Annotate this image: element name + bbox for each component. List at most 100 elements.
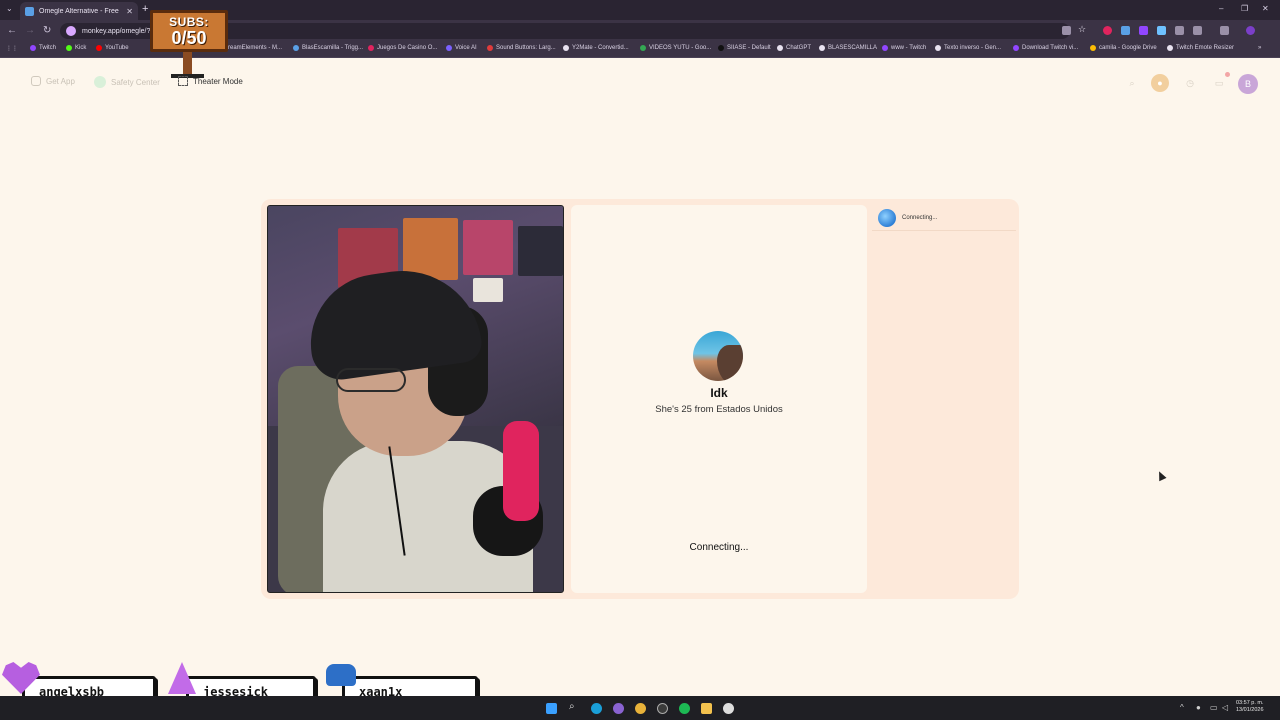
spotify-icon[interactable]: [679, 703, 690, 714]
url-text: monkey.app/omegle/?: [82, 27, 151, 35]
forward-icon[interactable]: →: [25, 25, 35, 36]
subs-label: SUBS:: [169, 15, 209, 29]
maximize-button[interactable]: ❐: [1241, 4, 1248, 13]
bookmark-item[interactable]: YouTube: [96, 45, 129, 51]
search-icon[interactable]: ⌕: [1123, 74, 1141, 92]
get-app-link[interactable]: Get App: [31, 76, 75, 86]
bookmark-favicon-icon: [1167, 45, 1173, 51]
partner-name: Idk: [710, 386, 728, 400]
extensions-puzzle-icon[interactable]: [1193, 26, 1202, 35]
bookmark-item[interactable]: www - Twitch: [882, 45, 926, 51]
bookmark-label: SIIASE - Default: [727, 45, 771, 51]
phone-icon: [31, 76, 41, 86]
bookmark-favicon-icon: [640, 45, 646, 51]
bookmark-favicon-icon: [96, 45, 102, 51]
start-icon[interactable]: [546, 703, 557, 714]
file-explorer-icon[interactable]: [701, 703, 712, 714]
bookmark-label: Texto inverso - Gen...: [944, 45, 1002, 51]
bookmark-label: BlasEscamilla - Trigg...: [302, 45, 364, 51]
bookmark-favicon-icon: [935, 45, 941, 51]
clock-date: 13/01/2026: [1236, 707, 1264, 713]
app-icon[interactable]: [613, 703, 624, 714]
bookmark-item[interactable]: Texto inverso - Gen...: [935, 45, 1001, 51]
minimize-button[interactable]: –: [1219, 4, 1223, 13]
bookmark-label: BLASESCAMILLA: [828, 45, 878, 51]
tab-search-icon[interactable]: ⌄: [6, 4, 13, 13]
edge-icon[interactable]: [591, 703, 602, 714]
partner-description: She's 25 from Estados Unidos: [655, 404, 783, 415]
globe-icon: [878, 208, 896, 227]
monitor-icon[interactable]: ▭: [1210, 703, 1218, 712]
media-icon[interactable]: [1175, 26, 1184, 35]
bookmark-label: Voice AI: [455, 45, 477, 51]
partner-avatar: [693, 331, 743, 381]
obs-icon[interactable]: [657, 703, 668, 714]
bookmark-label: Twitch: [39, 45, 57, 51]
extension-icon[interactable]: [1121, 26, 1130, 35]
bookmark-item[interactable]: Twitch Emote Resizer: [1167, 45, 1234, 51]
bookmark-star-icon[interactable]: ☆: [1078, 24, 1087, 34]
bookmark-favicon-icon: [66, 45, 72, 51]
settings-icon[interactable]: [723, 703, 734, 714]
bookmark-item[interactable]: Download Twitch vi...: [1013, 45, 1078, 51]
bookmark-item[interactable]: Y2Mate - Convertid...: [563, 45, 629, 51]
bookmark-item[interactable]: Voice AI: [446, 45, 477, 51]
search-icon[interactable]: ⌕: [569, 701, 580, 712]
bookmark-item[interactable]: BLASESCAMILLA: [819, 45, 877, 51]
chrome-icon[interactable]: [635, 703, 646, 714]
bookmark-item[interactable]: Juegos De Casino O...: [368, 45, 437, 51]
more-bookmarks-icon[interactable]: »: [1258, 45, 1261, 51]
bookmark-item[interactable]: ChatGPT: [777, 45, 811, 51]
bookmark-label: Sound Buttons: Larg...: [496, 45, 556, 51]
back-icon[interactable]: ←: [7, 25, 17, 36]
download-icon[interactable]: [1220, 26, 1229, 35]
poster: [473, 278, 503, 302]
clock[interactable]: 03:57 p. m. 13/01/2026: [1236, 700, 1264, 714]
apps-icon[interactable]: ⋮⋮: [6, 45, 18, 52]
bookmark-label: reamElements - M...: [228, 45, 283, 51]
bookmark-label: ChatGPT: [786, 45, 812, 51]
bookmark-favicon-icon: [1090, 45, 1096, 51]
bookmark-item[interactable]: Kick: [66, 45, 86, 51]
theater-mode-button[interactable]: Theater Mode: [178, 76, 243, 86]
extension-icon[interactable]: [1103, 26, 1112, 35]
extension-icon[interactable]: [1157, 26, 1166, 35]
subs-goal-sign: SUBS: 0/50: [150, 10, 228, 52]
bookmark-item[interactable]: camila - Google Drive: [1090, 45, 1157, 51]
bookmark-label: www - Twitch: [891, 45, 927, 51]
shield-icon: [94, 76, 106, 88]
translate-icon[interactable]: [1062, 26, 1071, 35]
bookmark-favicon-icon: [819, 45, 825, 51]
bookmark-item[interactable]: reamElements - M...: [228, 45, 282, 51]
glasses: [336, 368, 406, 392]
history-icon[interactable]: ◷: [1181, 74, 1199, 92]
bookmark-label: VIDEOS YUTU - Goo...: [649, 45, 712, 51]
bookmark-item[interactable]: Sound Buttons: Larg...: [487, 45, 556, 51]
bookmark-label: Download Twitch vi...: [1022, 45, 1079, 51]
coins-icon[interactable]: ●: [1151, 74, 1169, 92]
tab-close-icon[interactable]: ✕: [126, 7, 133, 16]
profile-icon[interactable]: [1246, 26, 1255, 35]
bookmark-favicon-icon: [368, 45, 374, 51]
tray-expand-icon[interactable]: ^: [1180, 703, 1184, 712]
bookmark-item[interactable]: BlasEscamilla - Trigg...: [293, 45, 363, 51]
bookmark-item[interactable]: VIDEOS YUTU - Goo...: [640, 45, 711, 51]
bookmark-favicon-icon: [487, 45, 493, 51]
bookmark-item[interactable]: SIIASE - Default: [718, 45, 771, 51]
safety-center-link[interactable]: Safety Center: [94, 76, 160, 88]
browser-tab[interactable]: Omegle Alternative - Free ✕: [20, 2, 138, 20]
tab-favicon-icon: [25, 6, 34, 16]
bookmark-favicon-icon: [30, 45, 36, 51]
extension-icon[interactable]: [1139, 26, 1148, 35]
notification-dot: [1225, 72, 1230, 77]
volume-icon[interactable]: ◁: [1222, 703, 1228, 712]
new-tab-button[interactable]: +: [142, 3, 148, 15]
site-info-icon[interactable]: [66, 26, 76, 36]
bookmark-item[interactable]: Twitch: [30, 45, 56, 51]
close-window-button[interactable]: ✕: [1262, 4, 1269, 13]
reload-icon[interactable]: ↻: [43, 25, 51, 36]
bookmark-label: camila - Google Drive: [1099, 45, 1157, 51]
mic-icon[interactable]: ●: [1196, 703, 1201, 712]
bookmark-favicon-icon: [293, 45, 299, 51]
profile-avatar[interactable]: B: [1238, 74, 1258, 94]
